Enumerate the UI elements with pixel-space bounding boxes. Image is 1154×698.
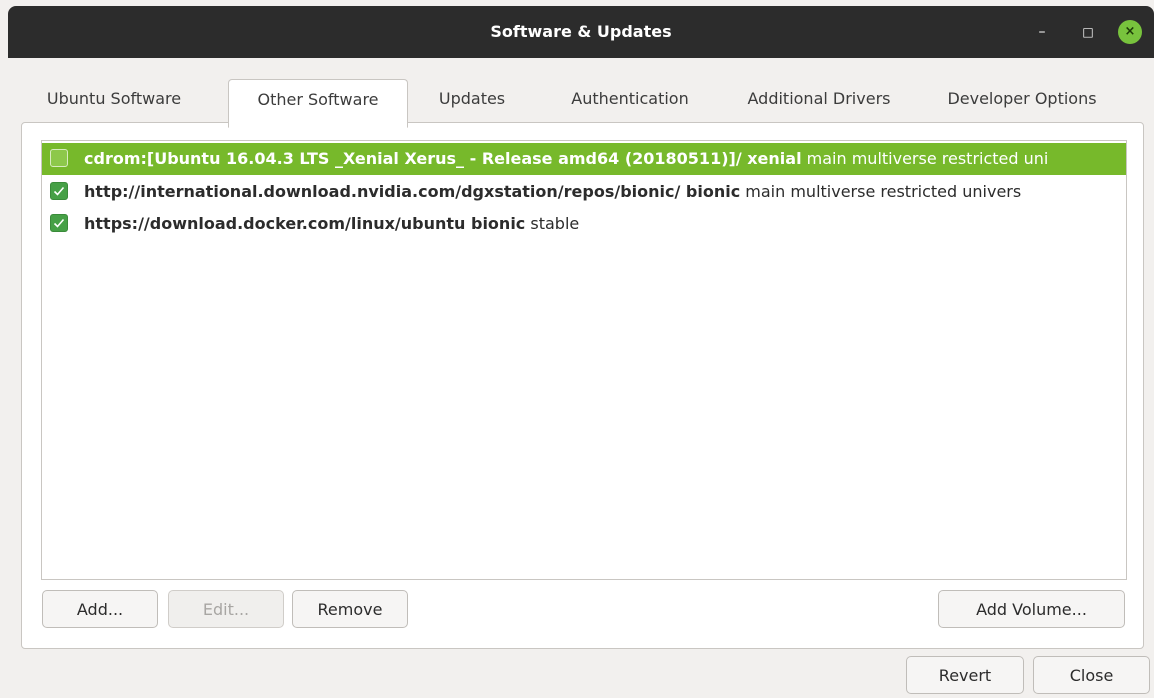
add-volume-button[interactable]: Add Volume... bbox=[938, 590, 1125, 628]
tab-developer-options[interactable]: Developer Options bbox=[922, 76, 1122, 122]
revert-button[interactable]: Revert bbox=[906, 656, 1024, 694]
tab-authentication[interactable]: Authentication bbox=[540, 76, 720, 122]
source-uri: cdrom:[Ubuntu 16.04.3 LTS _Xenial Xerus_… bbox=[84, 149, 802, 168]
close-icon[interactable]: × bbox=[1118, 20, 1142, 44]
sources-list[interactable]: cdrom:[Ubuntu 16.04.3 LTS _Xenial Xerus_… bbox=[41, 140, 1127, 580]
tab-bar: Ubuntu Software Other Software Updates A… bbox=[22, 76, 1142, 128]
source-components: stable bbox=[530, 214, 580, 233]
add-button[interactable]: Add... bbox=[42, 590, 158, 628]
source-components: main multiverse restricted uni bbox=[806, 149, 1049, 168]
source-checkbox[interactable] bbox=[50, 214, 68, 232]
edit-button[interactable]: Edit... bbox=[168, 590, 284, 628]
check-icon bbox=[53, 186, 65, 196]
minimize-icon[interactable]: – bbox=[1030, 20, 1054, 44]
tab-ubuntu-software[interactable]: Ubuntu Software bbox=[22, 76, 206, 122]
title-bar: Software & Updates – □ × bbox=[8, 6, 1154, 58]
source-checkbox[interactable] bbox=[50, 182, 68, 200]
source-uri: http://international.download.nvidia.com… bbox=[84, 182, 741, 201]
maximize-icon[interactable]: □ bbox=[1076, 20, 1100, 44]
source-uri: https://download.docker.com/linux/ubuntu… bbox=[84, 214, 526, 233]
source-components: main multiverse restricted univers bbox=[745, 182, 1022, 201]
window-title: Software & Updates bbox=[490, 22, 672, 41]
list-item[interactable]: https://download.docker.com/linux/ubuntu… bbox=[42, 208, 1126, 240]
source-checkbox[interactable] bbox=[50, 149, 68, 167]
list-item[interactable]: cdrom:[Ubuntu 16.04.3 LTS _Xenial Xerus_… bbox=[42, 143, 1126, 175]
close-button[interactable]: Close bbox=[1033, 656, 1150, 694]
tab-updates[interactable]: Updates bbox=[422, 76, 522, 122]
tab-other-software[interactable]: Other Software bbox=[228, 79, 408, 128]
remove-button[interactable]: Remove bbox=[292, 590, 408, 628]
check-icon bbox=[53, 218, 65, 228]
source-text: cdrom:[Ubuntu 16.04.3 LTS _Xenial Xerus_… bbox=[84, 143, 1048, 175]
tab-additional-drivers[interactable]: Additional Drivers bbox=[722, 76, 916, 122]
source-text: http://international.download.nvidia.com… bbox=[84, 176, 1021, 208]
list-item[interactable]: http://international.download.nvidia.com… bbox=[42, 176, 1126, 208]
source-text: https://download.docker.com/linux/ubuntu… bbox=[84, 208, 579, 240]
